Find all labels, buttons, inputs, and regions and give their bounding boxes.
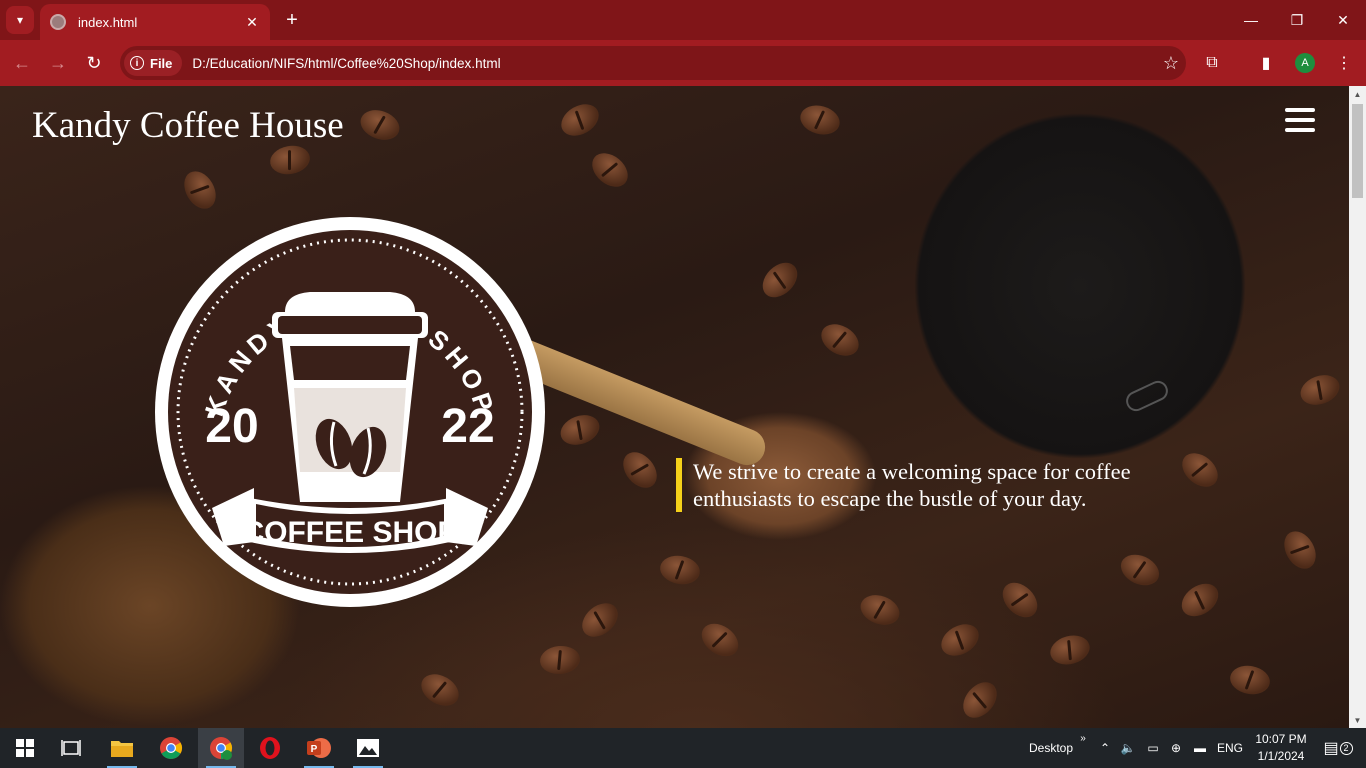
hamburger-menu-icon[interactable] (1285, 108, 1315, 132)
windows-taskbar: P Desktop » ⌃ 🔈 ▭ ⊕ ▬ ENG 10:07 PM 1/1/2… (0, 728, 1366, 768)
taskbar-clock[interactable]: 10:07 PM 1/1/2024 (1250, 731, 1312, 765)
browser-toolbar: ← → ↻ i File D:/Education/NIFS/html/Coff… (0, 40, 1366, 86)
menu-kebab-icon[interactable]: ⋮ (1332, 51, 1356, 75)
info-icon: i (130, 56, 144, 70)
bookmark-star-icon[interactable]: ☆ (1156, 53, 1186, 74)
tab-index[interactable]: index.html ✕ (40, 4, 270, 40)
coffee-bean-decor (1227, 662, 1273, 698)
scroll-up-arrow-icon[interactable]: ▲ (1349, 86, 1366, 102)
close-window-button[interactable]: ✕ (1320, 0, 1366, 40)
photos-icon[interactable] (345, 728, 391, 768)
coffee-bean-decor (856, 590, 904, 630)
toolbar-expand-icon[interactable]: » (1076, 728, 1090, 748)
coffee-bean-decor (935, 617, 985, 663)
coffee-bean-decor (1277, 525, 1323, 575)
logo-graphic: KANDY COFEE SHOP 20 22 COFFEE (155, 217, 545, 607)
coffee-bean-decor (556, 410, 604, 450)
task-view-icon[interactable] (48, 728, 94, 768)
forward-button[interactable]: → (44, 49, 72, 77)
minimize-button[interactable]: — (1228, 0, 1274, 40)
clock-time: 10:07 PM (1255, 732, 1307, 746)
chrome-profile-icon[interactable] (198, 728, 244, 768)
coffee-bean-decor (956, 675, 1004, 725)
coffee-bean-decor (616, 445, 664, 495)
coffee-bean-decor (995, 575, 1045, 625)
new-tab-button[interactable]: + (280, 8, 304, 32)
logo-year-left: 20 (205, 400, 258, 453)
coffee-bean-decor (356, 105, 404, 145)
coffee-bean-decor (695, 617, 745, 663)
svg-text:P: P (311, 744, 318, 755)
coffee-bean-decor (538, 644, 582, 676)
coffee-bean-decor (1047, 631, 1093, 669)
windows-start-icon[interactable] (2, 728, 48, 768)
restore-button[interactable]: ❐ (1274, 0, 1320, 40)
volume-icon[interactable]: 🔈 (1118, 728, 1138, 768)
scroll-down-arrow-icon[interactable]: ▼ (1349, 712, 1366, 728)
logo-year-right: 22 (441, 400, 494, 453)
close-tab-icon[interactable]: ✕ (244, 14, 260, 31)
camera-icon[interactable]: ▭ (1143, 728, 1163, 768)
tab-title: index.html (78, 14, 138, 30)
desktop-toolbar-label[interactable]: Desktop (1024, 728, 1078, 768)
chevron-down-icon: ▾ (16, 13, 24, 27)
coffee-bean-decor (755, 255, 805, 305)
tab-strip: ▾ index.html ✕ + — ❐ ✕ (0, 0, 1366, 40)
site-info-chip[interactable]: i File (124, 50, 183, 76)
powerpoint-icon[interactable]: P (296, 728, 342, 768)
cup-lid-decor (1122, 377, 1172, 415)
coffee-bean-decor (177, 165, 223, 215)
coffee-bean-decor (657, 552, 703, 588)
battery-icon[interactable]: ▬ (1190, 728, 1210, 768)
back-button[interactable]: ← (8, 49, 36, 77)
reload-button[interactable]: ↻ (80, 49, 108, 77)
language-indicator[interactable]: ENG (1214, 728, 1246, 768)
globe-icon (50, 14, 66, 30)
coffee-bean-decor (1296, 370, 1344, 410)
logo-banner-text: COFFEE SHOP (242, 516, 457, 549)
notification-count-badge: 2 (1339, 741, 1353, 755)
network-globe-icon[interactable]: ⊕ (1166, 728, 1186, 768)
coffee-bean-decor (1175, 577, 1225, 623)
tray-overflow-chevron-icon[interactable]: ⌃ (1096, 728, 1114, 768)
page-scrollbar[interactable]: ▲ ▼ (1349, 86, 1366, 728)
coffee-bean-decor (1115, 548, 1165, 592)
coffee-bean-decor (797, 101, 843, 139)
clock-date: 1/1/2024 (1257, 749, 1305, 763)
coffee-shop-logo: KANDY COFEE SHOP 20 22 COFFEE (150, 212, 550, 612)
coffee-bean-decor (575, 596, 625, 644)
extensions-icon[interactable]: ⧉ (1200, 51, 1224, 75)
hero-section: Kandy Coffee House KANDY COFEE SHOP (0, 86, 1349, 728)
site-title[interactable]: Kandy Coffee House (32, 104, 344, 147)
opera-icon[interactable] (247, 728, 293, 768)
site-info-label: File (150, 55, 173, 71)
address-bar[interactable]: i File D:/Education/NIFS/html/Coffee%20S… (120, 46, 1186, 80)
coffee-bean-decor (415, 667, 465, 713)
coffee-bean-decor (267, 142, 313, 178)
coffee-bean-decor (555, 97, 605, 143)
scroll-thumb[interactable] (1352, 104, 1363, 198)
chrome-icon[interactable] (148, 728, 194, 768)
file-explorer-icon[interactable] (99, 728, 145, 768)
profile-avatar[interactable]: A (1295, 53, 1315, 73)
side-panel-icon[interactable]: ▮ (1254, 51, 1278, 75)
coffee-bean-decor (585, 146, 635, 194)
notification-center-icon[interactable]: ▤ 2 (1318, 728, 1358, 768)
coffee-bean-decor (815, 317, 865, 363)
url-text[interactable]: D:/Education/NIFS/html/Coffee%20Shop/ind… (192, 56, 1156, 71)
tab-search-button[interactable]: ▾ (6, 6, 34, 34)
hero-tagline: We strive to create a welcoming space fo… (676, 458, 1196, 512)
